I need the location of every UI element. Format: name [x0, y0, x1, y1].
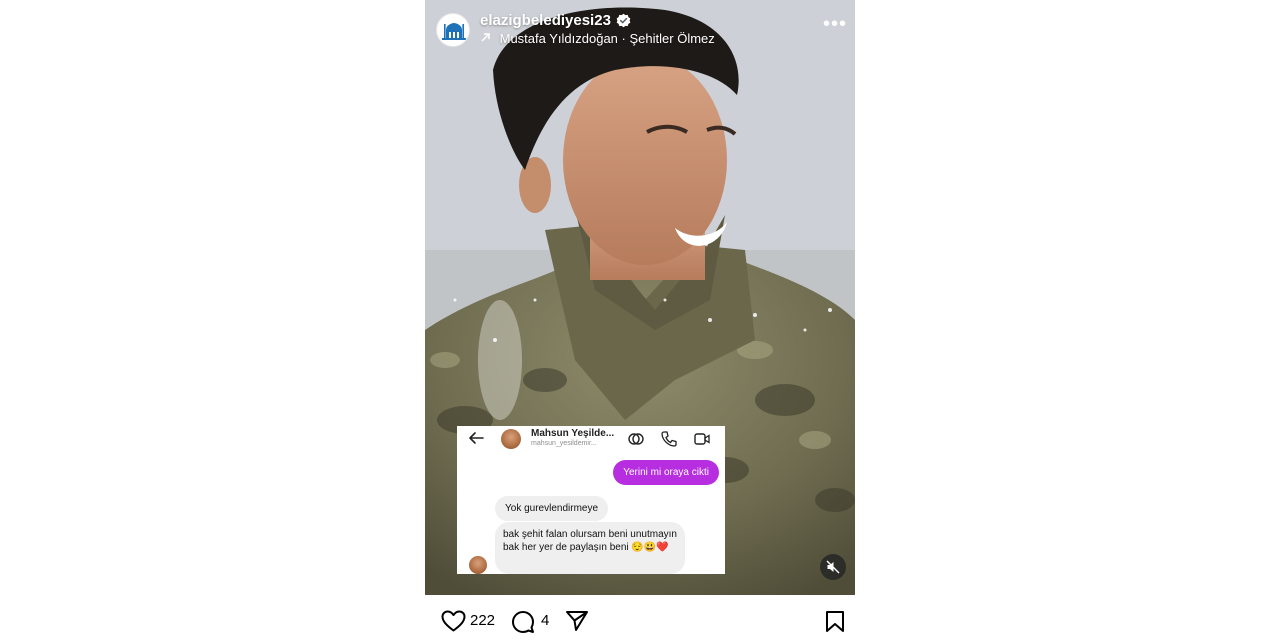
- municipality-logo-icon: [438, 15, 469, 46]
- instagram-post: elazigbelediyesi23 Mustafa Yıldızdoğan ·…: [425, 0, 855, 640]
- audio-title: Şehitler Ölmez: [629, 31, 715, 46]
- arrow-up-right-icon: [480, 31, 491, 46]
- audio-artist: Mustafa Yıldızdoğan: [499, 31, 618, 46]
- bookmark-icon[interactable]: [825, 610, 845, 633]
- phone-icon: [661, 431, 677, 447]
- chat-contact-name: Mahsun Yeşilde...: [531, 428, 615, 439]
- post-username[interactable]: elazigbelediyesi23: [480, 12, 611, 29]
- mute-icon: [826, 560, 840, 574]
- chat-contact-handle: mahsun_yesildemir...: [531, 440, 597, 447]
- like-count[interactable]: 222: [470, 612, 495, 629]
- message-incoming: Yok gurevlendirmeye: [495, 496, 609, 521]
- post-actions: 222 4: [425, 600, 855, 640]
- audio-separator: ·: [621, 31, 626, 46]
- chat-screenshot: Mahsun Yeşilde... mahsun_yesildemir... Y…: [457, 426, 725, 574]
- message-incoming: bak şehit falan olursam beni unutmayın b…: [495, 522, 685, 574]
- message-outgoing: Yerini mi oraya cikti: [613, 460, 719, 485]
- back-arrow-icon: [469, 432, 484, 444]
- more-icon[interactable]: •••: [823, 14, 847, 38]
- comment-count[interactable]: 4: [541, 612, 549, 629]
- audio-track[interactable]: Mustafa Yıldızdoğan · Şehitler Ölmez: [480, 31, 715, 46]
- post-media[interactable]: elazigbelediyesi23 Mustafa Yıldızdoğan ·…: [425, 0, 855, 595]
- chat-header: Mahsun Yeşilde... mahsun_yesildemir...: [457, 426, 725, 452]
- heart-icon[interactable]: [441, 610, 466, 632]
- video-icon: [694, 433, 710, 445]
- profile-avatar[interactable]: [436, 13, 470, 47]
- mute-button[interactable]: [820, 554, 846, 580]
- chat-avatar: [501, 429, 521, 449]
- comment-icon[interactable]: [511, 610, 535, 634]
- send-icon[interactable]: [565, 610, 589, 632]
- post-header: elazigbelediyesi23 Mustafa Yıldızdoğan ·…: [425, 0, 855, 60]
- chat-sender-avatar: [469, 556, 487, 574]
- verified-badge-icon: [616, 13, 631, 28]
- link-icon: [628, 433, 644, 445]
